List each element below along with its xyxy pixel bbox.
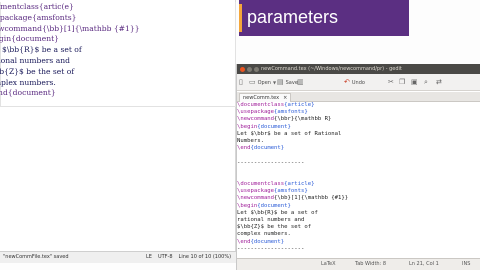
gedit-toolbar: ▯ ▭ Open ▼ ▤ Save ▥ ↶ Undo ✂ ❐ ▣ ⌕ ⇄ (237, 74, 480, 91)
code-line: \newcommand{\bb}[1]{\mathbb {#1}} (237, 195, 349, 202)
print-button[interactable]: ▥ (297, 77, 304, 88)
code-line: \newcommand{\bbr}{\mathbb R} (237, 116, 332, 123)
minimize-window-button[interactable] (247, 66, 252, 72)
copy-button[interactable]: ❐ (399, 77, 405, 88)
left-status-right: LE UTF-8 Line 10 of 10 (100%) (146, 252, 231, 263)
desktop: { "left_editor": { "lines": [ "\\documen… (0, 0, 480, 270)
code-line: Numbers. (237, 137, 264, 144)
code-line: \usepackage{amsfonts} (0, 12, 77, 22)
gedit-tab-bar: newComm.tex × (237, 92, 480, 102)
scissors-icon: ✂ (388, 78, 394, 86)
undo-button[interactable]: ↶ Undo (344, 77, 365, 88)
printer-icon: ▥ (297, 78, 304, 86)
gedit-title-bar[interactable]: newCommand.tex (~/Windows/newcommand/pr)… (237, 64, 480, 74)
search-icon: ⌕ (424, 78, 428, 86)
undo-icon: ↶ (344, 78, 350, 86)
line-ending-indicator[interactable]: LE (146, 252, 152, 263)
code-line: \begin{document} (0, 34, 59, 44)
open-label: Open (257, 79, 271, 86)
maximize-window-button[interactable] (254, 66, 259, 72)
save-status-message: "newCommFile.tex" saved (3, 254, 69, 260)
undo-label: Undo (351, 79, 365, 86)
gedit-window: newCommand.tex (~/Windows/newcommand/pr)… (236, 64, 480, 270)
code-line: Let $\bbr$ be a set of Rational (237, 130, 342, 137)
tab-width-selector[interactable]: Tab Width: 8 (355, 259, 386, 270)
code-line: \usepackage{amsfonts} (237, 109, 308, 116)
open-button[interactable]: ▭ Open ▼ (249, 77, 276, 88)
replace-button[interactable]: ⇄ (436, 77, 442, 88)
insert-mode-indicator: INS (462, 261, 471, 267)
code-line: \end{document} (237, 238, 285, 245)
code-line: complex numbers. (0, 77, 56, 87)
cut-button[interactable]: ✂ (388, 77, 394, 88)
new-document-button[interactable]: ▯ (239, 77, 243, 88)
cursor-position: Ln 21, Col 1 (409, 261, 439, 267)
new-document-icon: ▯ (239, 78, 243, 86)
code-line: -------------------- (237, 159, 305, 166)
code-line: \newcommand{\bb}[1]{\mathbb {#1}} (0, 23, 140, 33)
replace-icon: ⇄ (436, 78, 442, 86)
code-line: \end{document} (237, 145, 285, 152)
gedit-status-bar: LaTeX Tab Width: 8 Ln 21, Col 1 INS (237, 258, 480, 270)
language-selector[interactable]: LaTeX (321, 259, 336, 270)
encoding-indicator[interactable]: UTF-8 (158, 252, 173, 263)
open-folder-icon: ▭ (249, 78, 256, 86)
code-line: \usepackage{amsfonts} (237, 188, 308, 195)
code-line: complex numbers. (237, 231, 291, 238)
code-line: Let $\bb{R}$ be a set of (237, 209, 318, 216)
code-line: \documentclass{artic(e} (0, 2, 74, 11)
code-line: \documentclass{article} (237, 102, 315, 108)
find-button[interactable]: ⌕ (424, 77, 428, 88)
code-line: \begin{document} (237, 202, 291, 209)
code-line: Let $\bb{R}$ be a set of (2, 45, 82, 55)
code-line: \end{document} (0, 88, 56, 98)
close-tab-icon[interactable]: × (283, 94, 287, 102)
line-position: Line 10 of 10 (100%) (178, 254, 232, 260)
code-line: -------------------- (237, 245, 305, 252)
code-line: $\bb{Z}$ be the set of (237, 224, 312, 231)
slide-title: parameters (247, 7, 339, 27)
tab-label: newComm.tex (243, 95, 280, 101)
left-editor-window: \documentclass{artic(e} \usepackage{amsf… (0, 0, 236, 263)
paste-icon: ▣ (411, 78, 418, 86)
save-button[interactable]: ▤ Save (277, 77, 298, 88)
code-line: $\bb{Z}$ be the set of (0, 66, 75, 76)
code-line: \documentclass{article} (237, 181, 315, 188)
slide-accent-bar (239, 4, 242, 32)
gedit-editor-area[interactable]: \documentclass{article} \usepackage{amsf… (237, 102, 480, 258)
window-title: newCommand.tex (~/Windows/newcommand/pr)… (261, 66, 402, 72)
left-status-bar: "newCommFile.tex" saved LE UTF-8 Line 10… (0, 251, 236, 263)
code-line: rational numbers and (0, 55, 71, 65)
close-window-button[interactable] (240, 66, 245, 72)
chevron-down-icon: ▼ (272, 80, 277, 85)
code-line: \begin{document} (237, 123, 291, 130)
paste-button[interactable]: ▣ (411, 77, 418, 88)
left-code-area[interactable]: \documentclass{artic(e} \usepackage{amsf… (0, 2, 236, 107)
tab-newcomm-tex[interactable]: newComm.tex × (239, 93, 292, 102)
copy-icon: ❐ (399, 78, 406, 86)
save-icon: ▤ (277, 78, 284, 86)
code-line: rational numbers and (237, 217, 305, 223)
